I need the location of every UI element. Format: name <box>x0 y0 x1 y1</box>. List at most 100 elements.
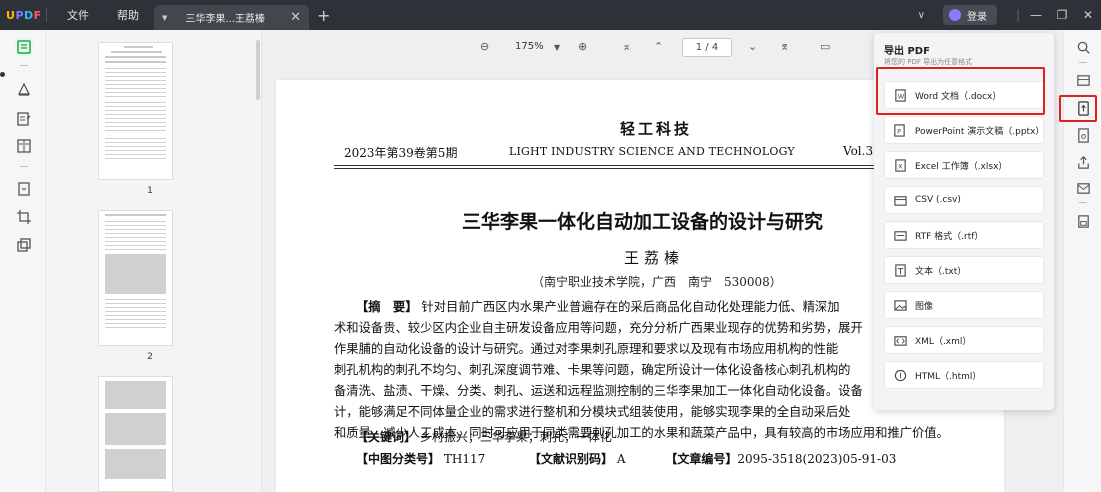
export-xml-button[interactable]: XML（.xml） <box>884 326 1044 354</box>
excel-icon: X <box>893 158 907 172</box>
title-bar-right: ∨ 登录 | — ❐ ✕ <box>918 0 1101 30</box>
thumbnail-page-2[interactable] <box>98 210 173 346</box>
chevron-down-icon[interactable]: ∨ <box>918 10 925 21</box>
abstract-line-1: 针对目前广西区内水果产业普遍存在的采后商品化自动化处理能力低、精深加 <box>421 300 840 314</box>
updf-logo: UPDF <box>0 8 42 22</box>
tab-title: 三华李果...王荔榛 <box>185 14 265 25</box>
export-html-label: HTML（.html） <box>915 371 982 382</box>
export-excel-button[interactable]: X Excel 工作簿（.xlsx） <box>884 151 1044 179</box>
thumbnail-panel: 1 2 <box>46 30 262 492</box>
save-icon[interactable] <box>1075 213 1091 229</box>
export-excel-label: Excel 工作簿（.xlsx） <box>915 161 1008 172</box>
minimize-icon[interactable]: — <box>1023 8 1049 22</box>
image-icon <box>893 298 907 312</box>
thumbnail-number-1: 1 <box>147 186 153 196</box>
right-divider-2 <box>1079 202 1087 203</box>
panel-toggle-dot[interactable] <box>0 72 5 77</box>
export-rtf-label: RTF 格式（.rtf） <box>915 231 984 242</box>
export-text-label: 文本（.txt） <box>915 266 967 277</box>
last-page-icon[interactable]: ⌆ <box>780 40 789 53</box>
highlight-box-convert <box>1059 95 1097 122</box>
avatar-icon <box>949 9 961 21</box>
zoom-in-icon[interactable]: ⊕ <box>578 40 587 53</box>
tab-close-icon[interactable]: ✕ <box>290 10 301 25</box>
journal-name: 轻工科技 <box>620 120 693 138</box>
organize-pages-icon[interactable] <box>15 180 33 198</box>
edit-pdf-icon[interactable] <box>15 110 33 128</box>
thumbnail-number-2: 2 <box>147 352 153 362</box>
export-csv-label: CSV (.csv) <box>915 195 961 205</box>
svg-text:X: X <box>898 162 903 170</box>
menu-file[interactable]: 文件 <box>53 7 103 23</box>
doc-code-value: A <box>616 452 626 466</box>
crop-icon[interactable] <box>15 208 33 226</box>
close-window-icon[interactable]: ✕ <box>1075 8 1101 22</box>
restore-icon[interactable]: ❐ <box>1049 8 1075 22</box>
previous-page-icon[interactable]: ⌃ <box>654 40 663 53</box>
protect-pdf-icon[interactable] <box>1075 127 1091 143</box>
window-separator: | <box>1015 8 1021 22</box>
tab-dropdown-icon[interactable]: ▼ <box>162 14 167 22</box>
export-panel-subtitle: 将您的 PDF 导出为任意格式 <box>884 58 973 66</box>
doc-code-label: 【文献识别码】 <box>529 452 614 466</box>
reader-mode-icon[interactable] <box>15 38 33 56</box>
export-xml-label: XML（.xml） <box>915 336 972 347</box>
export-text-button[interactable]: 文本（.txt） <box>884 256 1044 284</box>
export-image-button[interactable]: 图像 <box>884 291 1044 319</box>
logo-letter-p: P <box>15 8 24 22</box>
login-label: 登录 <box>967 11 987 23</box>
export-powerpoint-button[interactable]: P PowerPoint 演示文稿（.pptx） <box>884 116 1044 144</box>
page-layout-icon[interactable] <box>15 137 33 155</box>
presentation-icon[interactable]: ▭ <box>820 40 830 53</box>
new-tab-icon[interactable]: + <box>317 6 330 25</box>
share-icon[interactable] <box>1075 154 1091 170</box>
thumbnail-page-3[interactable] <box>98 376 173 492</box>
menu-help[interactable]: 帮助 <box>103 7 153 23</box>
right-divider <box>1079 62 1087 63</box>
logo-letter-f: F <box>33 8 42 22</box>
html-icon <box>893 368 907 382</box>
zoom-dropdown-icon[interactable]: ▼ <box>554 43 560 52</box>
ocr-icon[interactable] <box>1075 72 1091 88</box>
next-page-icon[interactable]: ⌄ <box>748 40 757 53</box>
layers-icon[interactable] <box>15 236 33 254</box>
svg-text:P: P <box>898 127 902 135</box>
thumbnail-scrollbar[interactable] <box>256 40 260 100</box>
logo-letter-d: D <box>24 8 34 22</box>
highlight-box-word <box>876 67 1045 115</box>
left-divider <box>20 65 28 66</box>
keywords-value: 乡村振兴；三华李果；刺孔；一体化 <box>419 430 612 444</box>
export-rtf-button[interactable]: RTF 格式（.rtf） <box>884 221 1044 249</box>
login-button[interactable]: 登录 <box>943 5 997 25</box>
export-powerpoint-label: PowerPoint 演示文稿（.pptx） <box>914 126 1045 137</box>
email-icon[interactable] <box>1075 180 1091 196</box>
xml-icon <box>893 333 907 347</box>
csv-icon <box>893 193 907 207</box>
article-no-label: 【文章编号】 <box>665 452 738 466</box>
page-number-input[interactable]: 1 / 4 <box>682 38 732 57</box>
classification-row: 【中图分类号】 TH117 【文献识别码】 A 【文章编号】2095-3518(… <box>356 450 896 467</box>
search-icon[interactable] <box>1075 39 1091 55</box>
logo-letter-u: U <box>6 8 16 22</box>
zoom-level[interactable]: 175% <box>515 41 544 52</box>
clc-value: TH117 <box>443 452 486 466</box>
export-html-button[interactable]: HTML（.html） <box>884 361 1044 389</box>
issue-info: 2023年第39卷第5期 <box>344 146 458 160</box>
rtf-icon <box>893 228 907 242</box>
comment-icon[interactable] <box>15 80 33 98</box>
powerpoint-icon: P <box>893 123 907 137</box>
text-icon <box>893 263 907 277</box>
zoom-out-icon[interactable]: ⊖ <box>480 40 489 53</box>
export-panel-title: 导出 PDF <box>884 46 930 57</box>
thumbnail-page-1[interactable] <box>98 42 173 180</box>
author-affiliation: （南宁职业技术学院，广西 南宁 530008） <box>532 275 782 289</box>
left-toolbar <box>0 30 46 492</box>
export-csv-button[interactable]: CSV (.csv) <box>884 186 1044 214</box>
document-tab[interactable]: ▼ 三华李果...王荔榛 ✕ <box>154 5 309 30</box>
article-title: 三华李果一体化自动加工设备的设计与研究 <box>462 211 824 233</box>
left-divider-2 <box>20 166 28 167</box>
first-page-icon[interactable]: ⌅ <box>622 40 631 53</box>
abstract-label: 【摘 要】 <box>356 299 418 314</box>
clc-label: 【中图分类号】 <box>356 452 441 466</box>
keywords-row: 【关键词】 乡村振兴；三华李果；刺孔；一体化 <box>356 428 612 445</box>
